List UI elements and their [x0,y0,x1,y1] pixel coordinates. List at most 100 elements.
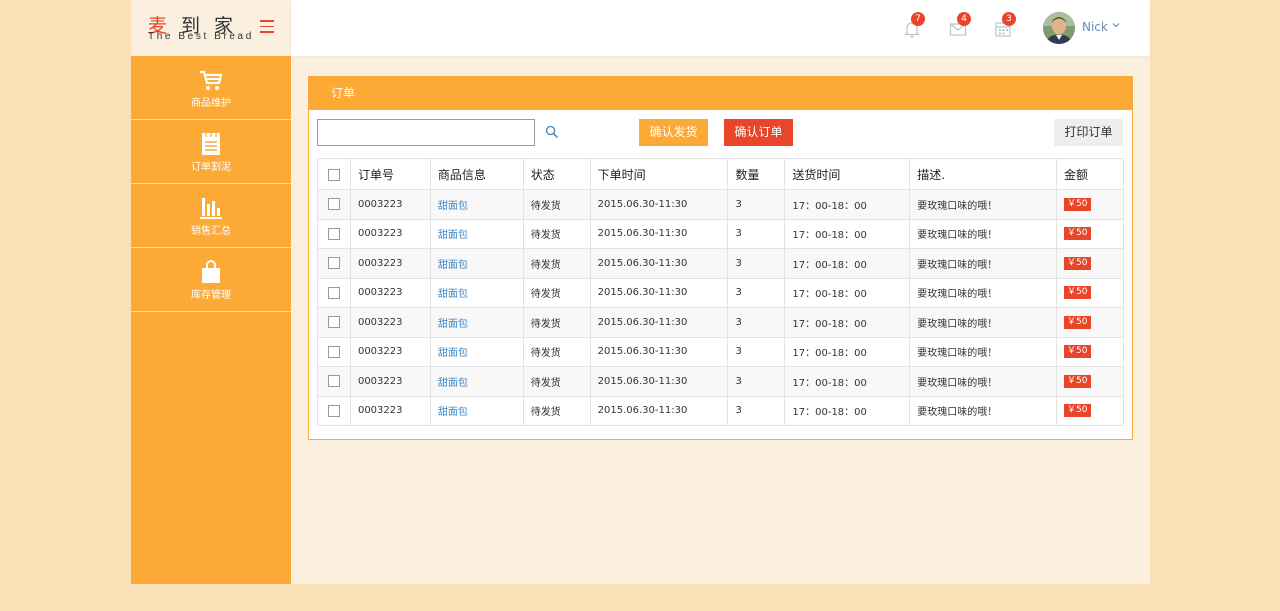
order-no-cell: 0003223 [349,189,431,220]
column-header-product[interactable]: 商品信息 [429,158,524,190]
select-all-checkbox[interactable] [328,168,340,181]
delivery-time-cell: 17：00-18：00 [784,336,911,367]
cart-icon [200,70,223,90]
select-all-cell [317,158,351,190]
price-badge: ￥50 [1064,345,1091,359]
row-select-cell [317,307,351,338]
order-no-cell: 0003223 [349,366,431,397]
confirm-order-button[interactable]: 确认订单 [724,119,793,146]
price-badge: ￥50 [1064,286,1091,300]
calendar-button[interactable]: 3 [994,12,1016,38]
column-header-order-time[interactable]: 下单时间 [589,158,729,190]
sidebar-item-label: 订单割泥 [191,162,231,173]
price-badge: ￥50 [1064,256,1091,270]
description-cell: 要玫瑰口味的哦！ [909,336,1058,367]
sidebar-item-products[interactable]: 商品维护 [131,56,291,120]
sidebar-item-label: 商品维护 [191,98,231,109]
row-select-cell [317,189,351,220]
status-cell: 待发货 [522,248,591,279]
delivery-time-cell: 17：00-18：00 [784,277,911,308]
product-link[interactable]: 甜面包 [438,201,468,212]
column-header-description[interactable]: 描述. [909,158,1058,190]
row-checkbox[interactable] [328,375,340,388]
order-time-cell: 2015.06.30-11:30 [589,307,729,338]
description-cell: 要玫瑰口味的哦！ [909,366,1058,397]
search-input[interactable] [317,119,535,146]
product-link[interactable]: 甜面包 [438,378,468,389]
description-cell: 要玫瑰口味的哦！ [909,248,1058,279]
sidebar-item-orders[interactable]: 订单割泥 [131,120,291,184]
menu-toggle-icon[interactable] [260,20,274,33]
description-cell: 要玫瑰口味的哦！ [909,189,1058,220]
user-name: Nick [1082,20,1108,34]
price-badge: ￥50 [1064,404,1091,418]
row-checkbox[interactable] [328,198,340,211]
row-select-cell [317,395,351,426]
amount-cell: ￥50 [1056,218,1124,249]
product-link[interactable]: 甜面包 [438,260,468,271]
row-checkbox[interactable] [328,286,340,299]
search-icon[interactable] [545,125,559,139]
status-cell: 待发货 [522,277,591,308]
product-link[interactable]: 甜面包 [438,407,468,418]
description-cell: 要玫瑰口味的哦！ [909,395,1058,426]
sidebar-item-label: 销售汇总 [191,226,231,237]
row-checkbox[interactable] [328,257,340,270]
order-time-cell: 2015.06.30-11:30 [589,366,729,397]
product-cell: 甜面包 [429,189,524,220]
sidebar: 麦到家 The Best Bread 商品维护 订单割泥 销售汇总 库存管理 [131,0,291,584]
column-header-delivery-time[interactable]: 送货时间 [784,158,911,190]
sidebar-item-sales[interactable]: 销售汇总 [131,184,291,248]
order-no-cell: 0003223 [349,307,431,338]
product-link[interactable]: 甜面包 [438,348,468,359]
product-cell: 甜面包 [429,307,524,338]
product-cell: 甜面包 [429,277,524,308]
status-cell: 待发货 [522,395,591,426]
quantity-cell: 3 [727,395,786,426]
price-badge: ￥50 [1064,197,1091,211]
table-row: 0003223 甜面包 待发货 2015.06.30-11:30 3 17：00… [317,277,1124,308]
status-cell: 待发货 [522,336,591,367]
amount-cell: ￥50 [1056,336,1124,367]
row-select-cell [317,218,351,249]
message-count-badge: 4 [957,12,971,26]
avatar [1043,12,1075,44]
row-checkbox[interactable] [328,404,340,417]
table-row: 0003223 甜面包 待发货 2015.06.30-11:30 3 17：00… [317,189,1124,220]
row-checkbox[interactable] [328,316,340,329]
column-header-quantity[interactable]: 数量 [727,158,786,190]
order-time-cell: 2015.06.30-11:30 [589,277,729,308]
delivery-time-cell: 17：00-18：00 [784,189,911,220]
order-time-cell: 2015.06.30-11:30 [589,189,729,220]
product-cell: 甜面包 [429,336,524,367]
price-badge: ￥50 [1064,227,1091,241]
row-checkbox[interactable] [328,227,340,240]
order-time-cell: 2015.06.30-11:30 [589,395,729,426]
product-link[interactable]: 甜面包 [438,289,468,300]
table-row: 0003223 甜面包 待发货 2015.06.30-11:30 3 17：00… [317,366,1124,397]
order-no-cell: 0003223 [349,218,431,249]
product-link[interactable]: 甜面包 [438,319,468,330]
quantity-cell: 3 [727,336,786,367]
quantity-cell: 3 [727,248,786,279]
sidebar-item-inventory[interactable]: 库存管理 [131,248,291,312]
status-cell: 待发货 [522,307,591,338]
column-header-order-no[interactable]: 订单号 [349,158,431,190]
confirm-shipment-button[interactable]: 确认发货 [639,119,708,146]
brand-tagline: The Best Bread [148,31,254,42]
quantity-cell: 3 [727,189,786,220]
product-cell: 甜面包 [429,218,524,249]
app-window: 麦到家 The Best Bread 商品维护 订单割泥 销售汇总 库存管理 7… [131,0,1150,584]
column-header-status[interactable]: 状态 [522,158,591,190]
order-time-cell: 2015.06.30-11:30 [589,218,729,249]
notifications-button[interactable]: 7 [903,12,925,38]
print-order-button[interactable]: 打印订单 [1054,119,1123,146]
shopping-bag-icon [202,260,220,283]
amount-cell: ￥50 [1056,307,1124,338]
product-link[interactable]: 甜面包 [438,230,468,241]
column-header-amount[interactable]: 金额 [1056,158,1124,190]
quantity-cell: 3 [727,366,786,397]
messages-button[interactable]: 4 [949,12,971,38]
delivery-time-cell: 17：00-18：00 [784,395,911,426]
row-checkbox[interactable] [328,345,340,358]
